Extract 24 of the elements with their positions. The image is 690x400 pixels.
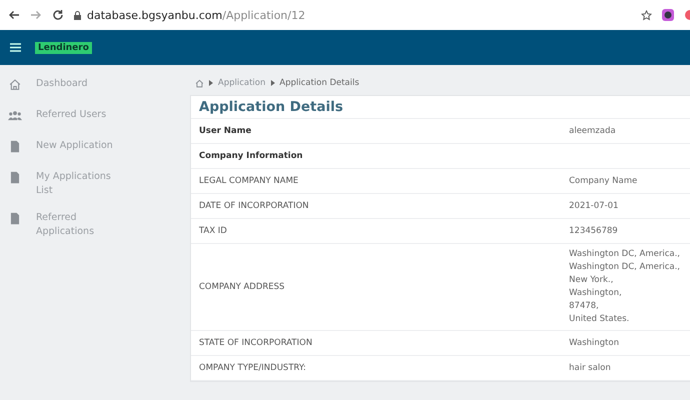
field-value: 123456789 [569, 224, 618, 238]
field-value: Company Name [569, 174, 638, 188]
logo[interactable]: Lendinero [35, 42, 92, 54]
sidebar-item[interactable]: Referred Applications [0, 207, 170, 243]
card-title: Application Details [191, 96, 690, 119]
sidebar-item[interactable]: Dashboard [0, 73, 170, 99]
field-value: hair salon [569, 362, 611, 374]
field-label: Company Information [198, 151, 304, 161]
breadcrumb-item[interactable]: Application [218, 78, 266, 88]
sidebar-item[interactable]: My Applications List [0, 166, 170, 202]
breadcrumb-item: Application Details [280, 78, 360, 88]
field-label: User Name [198, 126, 252, 136]
field-label: COMPANY ADDRESS [198, 282, 286, 292]
sidebar-item[interactable]: New Application [0, 135, 170, 161]
field-label: OMPANY TYPE/INDUSTRY: [198, 363, 307, 373]
field-label: TAX ID [198, 226, 228, 236]
field-value: Washington [569, 336, 619, 350]
field-label: STATE OF INCORPORATION [198, 338, 314, 348]
field-label: DATE OF INCORPORATION [198, 201, 310, 211]
field-value: aleemzada [569, 124, 616, 138]
field-value: Washington DC, America., Washington DC, America., New York., Washington, 87478, United States. [569, 248, 680, 326]
sidebar-item[interactable]: Referred Users [0, 104, 170, 130]
field-value: 2021-07-01 [569, 200, 618, 212]
field-label: LEGAL COMPANY NAME [198, 176, 300, 186]
